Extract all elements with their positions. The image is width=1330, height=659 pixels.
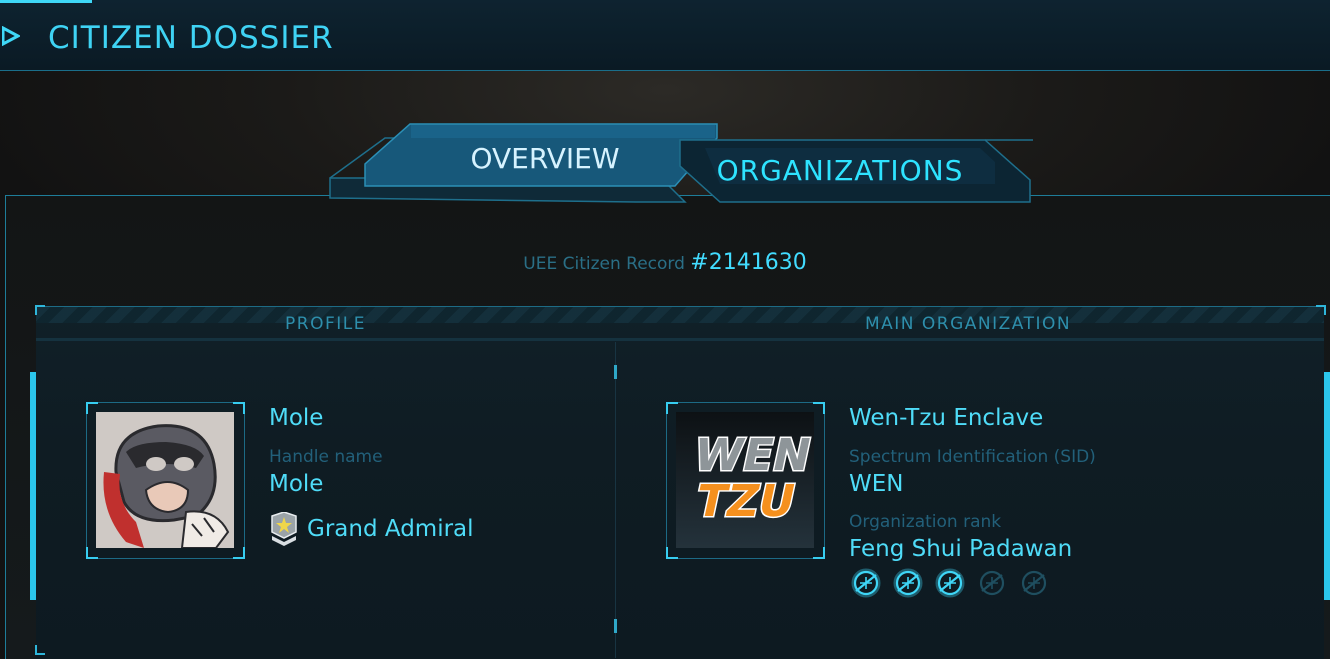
- tab-overview[interactable]: OVERVIEW: [445, 140, 645, 178]
- sid-value: WEN: [849, 471, 904, 497]
- tab-organizations[interactable]: ORGANIZATIONS: [705, 152, 975, 190]
- panel-side-bar-left: [30, 372, 36, 600]
- avatar[interactable]: [96, 412, 234, 548]
- page-title: CITIZEN DOSSIER: [48, 20, 334, 56]
- organization-logo[interactable]: WEN TZU: [676, 412, 814, 548]
- handle-value: Mole: [269, 471, 324, 497]
- divider-tick: [614, 365, 617, 379]
- citizen-title: Grand Admiral: [307, 516, 474, 542]
- panel-stripe: [36, 307, 1324, 323]
- citizen-record: UEE Citizen Record #2141630: [0, 250, 1330, 275]
- section-divider: [615, 342, 616, 658]
- record-number: #2141630: [690, 250, 807, 275]
- panel-side-bar-right: [1324, 372, 1330, 600]
- rank-star-filled-icon: [850, 567, 882, 599]
- rank-star-empty-icon: [976, 567, 1008, 599]
- divider-tick: [614, 619, 617, 633]
- rank-badge-icon: [271, 512, 297, 546]
- panel-corner: [35, 645, 45, 655]
- org-rank-label: Organization rank: [849, 512, 1002, 532]
- profile-section-label: PROFILE: [285, 314, 366, 334]
- handle-label: Handle name: [269, 447, 383, 467]
- svg-text:TZU: TZU: [692, 476, 800, 526]
- record-label: UEE Citizen Record: [523, 254, 691, 274]
- header-accent-line: [0, 0, 92, 3]
- svg-text:WEN: WEN: [689, 430, 814, 480]
- panel-corner: [1316, 305, 1326, 315]
- organization-section-label: MAIN ORGANIZATION: [865, 314, 1072, 334]
- citizen-name: Mole: [269, 405, 324, 431]
- org-rank-value: Feng Shui Padawan: [849, 536, 1073, 562]
- sid-label: Spectrum Identification (SID): [849, 447, 1096, 467]
- organization-name[interactable]: Wen-Tzu Enclave: [849, 405, 1043, 431]
- org-rank-stars: [850, 567, 1060, 603]
- page-header: CITIZEN DOSSIER: [0, 0, 1330, 71]
- panel-corner: [35, 305, 45, 315]
- play-icon: [2, 26, 20, 46]
- panel-header-bar: [36, 338, 1324, 341]
- rank-star-filled-icon: [934, 567, 966, 599]
- rank-star-empty-icon: [1018, 567, 1050, 599]
- rank-star-filled-icon: [892, 567, 924, 599]
